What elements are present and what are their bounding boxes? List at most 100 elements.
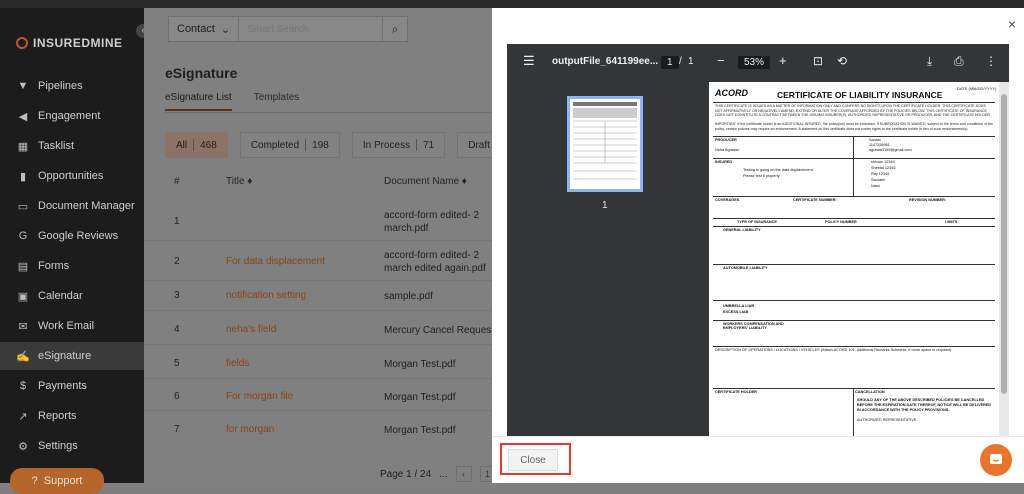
sidebar-item-google-reviews[interactable]: G Google Reviews xyxy=(0,222,144,250)
zoom-out-icon[interactable]: − xyxy=(717,53,725,68)
mail-icon: ✉ xyxy=(18,320,28,333)
thumbnail-page-number: 1 xyxy=(602,200,608,211)
zoom-level[interactable]: 53% xyxy=(738,56,771,69)
prev-page-button[interactable]: ‹ xyxy=(455,466,472,482)
excess-label: EXCESS LIAB xyxy=(723,310,749,314)
filter-count: 468 xyxy=(200,139,217,151)
close-icon[interactable]: × xyxy=(1008,16,1016,32)
fit-page-icon[interactable]: ⊡ xyxy=(813,54,823,68)
line-chart-icon: ↗ xyxy=(18,410,28,423)
row-number: 1 xyxy=(174,216,180,227)
row-document-name: Morgan Test.pdf xyxy=(384,392,456,403)
doc-rule xyxy=(713,320,995,321)
row-title[interactable]: for morgan xyxy=(226,424,274,435)
row-title[interactable]: For data displacement xyxy=(226,256,325,267)
row-number: 2 xyxy=(174,256,180,267)
row-title[interactable]: notification setting xyxy=(226,290,306,301)
row-number: 5 xyxy=(174,358,180,369)
doc-rule xyxy=(853,388,854,436)
certificate-holder-label: CERTIFICATE HOLDER xyxy=(715,390,757,394)
sidebar-item-opportunities[interactable]: ▮ Opportunities xyxy=(0,162,144,190)
sidebar-item-label: Opportunities xyxy=(38,170,104,182)
pdf-page: ACORD CERTIFICATE OF LIABILITY INSURANCE… xyxy=(709,82,999,436)
type-of-insurance-label: TYPE OF INSURANCE xyxy=(737,220,777,224)
pdf-filename: outputFile_641199ee... xyxy=(552,56,659,67)
row-title[interactable]: neha's field xyxy=(226,324,276,335)
doc-rule xyxy=(713,226,995,227)
thumbnail-sidebar: 1 xyxy=(507,82,709,436)
zoom-in-icon[interactable]: + xyxy=(779,53,787,68)
insurer-e: Narsi xyxy=(871,184,880,188)
contact-select-value: Contact xyxy=(177,23,215,35)
sidebar-item-forms[interactable]: ▤ Forms xyxy=(0,252,144,280)
pdf-scrollbar[interactable] xyxy=(999,82,1009,436)
rotate-icon[interactable]: ⟲ xyxy=(837,54,847,68)
scrollbar-thumb[interactable] xyxy=(1001,94,1007,394)
sidebar-item-settings[interactable]: ⚙ Settings xyxy=(0,432,144,460)
row-number: 3 xyxy=(174,290,180,301)
sidebar-item-pipelines[interactable]: ▼ Pipelines xyxy=(0,72,144,100)
insurer-c: Ray 12345 xyxy=(871,172,890,176)
brand-logo-mark-icon xyxy=(16,37,28,49)
close-button[interactable]: Close xyxy=(508,449,558,471)
pagination: Page 1 / 24 ... ‹ 1 xyxy=(380,466,496,482)
tab-esignature-list[interactable]: eSignature List xyxy=(165,92,232,111)
sidebar-item-document-manager[interactable]: ▭ Document Manager xyxy=(0,192,144,220)
more-options-icon[interactable]: ⋮ xyxy=(985,54,997,68)
filter-count: 71 xyxy=(423,139,435,151)
filter-in-process[interactable]: In Process 71 xyxy=(351,132,446,158)
chat-widget-button[interactable] xyxy=(980,444,1012,476)
contact-select[interactable]: Contact ⌄ xyxy=(168,16,240,42)
doc-rule xyxy=(713,218,995,219)
column-document-name[interactable]: Document Name ♦ xyxy=(384,176,467,187)
row-document-name: accord-form edited- 2 march edited again… xyxy=(384,250,486,274)
filter-all[interactable]: All 468 xyxy=(165,132,228,158)
support-label: Support xyxy=(43,475,83,487)
page-total: 1 xyxy=(688,56,694,67)
filter-completed[interactable]: Completed 198 xyxy=(239,132,340,158)
row-divider xyxy=(144,344,494,345)
column-number: # xyxy=(174,176,180,187)
row-divider xyxy=(144,240,494,241)
row-document-name: Morgan Test.pdf xyxy=(384,425,456,436)
row-number: 7 xyxy=(174,424,180,435)
smart-search-input[interactable] xyxy=(239,16,384,42)
bar-chart-icon: ▮ xyxy=(19,170,27,183)
doc-rule xyxy=(853,136,854,196)
row-title[interactable]: For morgan file xyxy=(226,391,293,402)
workers-comp-label: WORKERS COMPENSATION AND EMPLOYERS' LIAB… xyxy=(723,322,784,330)
sidebar-item-label: Calendar xyxy=(38,290,83,302)
page-number-input[interactable]: 1 xyxy=(661,56,679,69)
help-icon: ? xyxy=(31,475,38,487)
column-title[interactable]: Title ♦ xyxy=(226,176,252,187)
sidebar-item-engagement[interactable]: ◀ Engagement xyxy=(0,102,144,130)
sidebar-item-esignature[interactable]: ✍ eSignature xyxy=(0,342,144,370)
disclaimer-text: THIS CERTIFICATE IS ISSUED AS A MATTER O… xyxy=(715,104,991,117)
tab-templates[interactable]: Templates xyxy=(254,92,300,111)
row-number: 6 xyxy=(174,391,180,402)
filter-label: Completed xyxy=(250,139,300,151)
insured-text-2: Please test it properly. xyxy=(743,174,781,178)
sidebar-item-calendar[interactable]: ▣ Calendar xyxy=(0,282,144,310)
sidebar-item-payments[interactable]: $ Payments xyxy=(0,372,144,400)
print-icon[interactable]: ⎙ xyxy=(954,54,964,69)
pagination-dots: ... xyxy=(439,468,448,480)
sidebar-item-reports[interactable]: ↗ Reports xyxy=(0,402,144,430)
coverages-label: COVERAGES xyxy=(715,198,740,202)
insurer-a: shivam 12345 xyxy=(871,160,895,164)
filter-label: All xyxy=(176,139,188,151)
sidebar-item-label: Reports xyxy=(38,410,77,422)
download-icon[interactable]: ⤓ xyxy=(927,54,932,69)
row-title[interactable]: fields xyxy=(226,358,249,369)
sidebar-item-label: Forms xyxy=(38,260,70,272)
filter-separator xyxy=(193,139,195,151)
support-button[interactable]: ? Support xyxy=(10,468,104,494)
producer-name: Neha Agrawal xyxy=(715,148,739,152)
sidebar-item-tasklist[interactable]: ▦ Tasklist xyxy=(0,132,144,160)
sidebar-item-work-email[interactable]: ✉ Work Email xyxy=(0,312,144,340)
insurer-b: Sheetal 12345 xyxy=(871,166,896,170)
google-icon: G xyxy=(18,230,28,242)
search-button[interactable]: ⌕ xyxy=(383,16,408,42)
menu-icon[interactable]: ☰ xyxy=(523,53,535,69)
page-thumbnail[interactable] xyxy=(567,96,643,192)
